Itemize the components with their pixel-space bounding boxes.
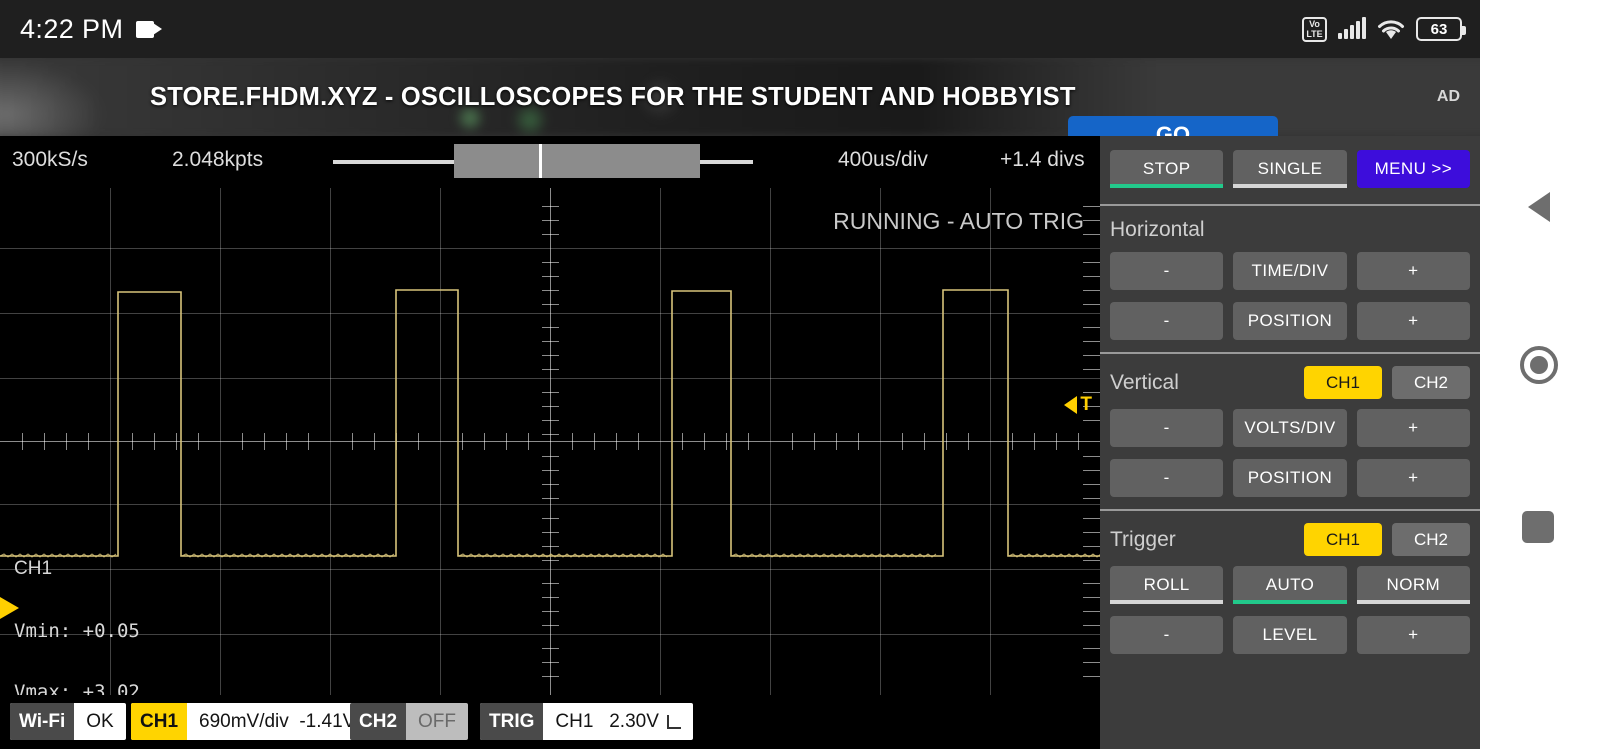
home-icon[interactable]	[1520, 346, 1558, 384]
horizontal-section: Horizontal - TIME/DIV + - POSITION +	[1100, 204, 1480, 352]
sample-rate-label: 300kS/s	[12, 148, 88, 171]
trigger-level-plus-button[interactable]: +	[1356, 616, 1470, 654]
norm-underline	[1356, 600, 1470, 604]
trigger-ch1-button[interactable]: CH1	[1304, 523, 1382, 556]
recents-icon[interactable]	[1522, 511, 1554, 543]
cellular-signal-icon	[1338, 17, 1366, 39]
ch2-chip-tag: CH2	[350, 703, 407, 740]
trigger-marker-label: T	[1080, 394, 1092, 415]
falling-edge-icon	[666, 714, 681, 729]
single-underline	[1233, 184, 1347, 188]
video-camera-icon	[136, 20, 163, 38]
vertical-section-header: Vertical CH1 CH2	[1100, 354, 1480, 409]
stop-button[interactable]: STOP	[1110, 150, 1224, 188]
volts-div-minus-button[interactable]: -	[1110, 409, 1224, 447]
trigger-level-marker[interactable]: T	[1064, 394, 1092, 416]
scope-status-strip: Wi-Fi OK CH1 690mV/div -1.41V CH2 OFF TR…	[0, 695, 1100, 749]
time-div-plus-button[interactable]: +	[1356, 252, 1470, 290]
horizontal-position-row: - POSITION +	[1100, 302, 1480, 352]
ch1-chip-value: 690mV/div -1.41V	[199, 710, 356, 732]
vertical-position-plus-button[interactable]: +	[1356, 459, 1470, 497]
ad-disclosure-label: AD	[1436, 88, 1460, 105]
single-button[interactable]: SINGLE	[1233, 150, 1347, 188]
status-bar-clock: 4:22 PM	[20, 13, 124, 44]
wifi-status-chip[interactable]: Wi-Fi OK	[10, 703, 126, 740]
oscilloscope-app-screen: 4:22 PM Vo LTE 63 STORE.FHDM.XYZ - OSCIL…	[0, 0, 1600, 749]
horizontal-position-minus-button[interactable]: -	[1110, 302, 1224, 340]
ad-go-button[interactable]: GO	[1068, 116, 1278, 136]
wifi-chip-value: OK	[86, 710, 114, 732]
run-state-label: RUNNING - AUTO TRIG	[833, 208, 1084, 234]
scope-info-row: 300kS/s 2.048kpts 400us/div +1.4 divs	[0, 136, 1100, 188]
battery-icon: 63	[1416, 17, 1466, 41]
trigger-section: Trigger CH1 CH2 ROLL AUTO NORM - LEVEL +	[1100, 509, 1480, 666]
trigger-arrow-icon	[1064, 396, 1078, 414]
time-per-div-row: - TIME/DIV +	[1100, 252, 1480, 302]
horizontal-section-header: Horizontal	[1100, 206, 1480, 252]
scope-display-area: 300kS/s 2.048kpts 400us/div +1.4 divs RU…	[0, 136, 1100, 749]
auto-active-underline	[1233, 600, 1347, 604]
run-control-row: STOP SINGLE MENU >>	[1100, 136, 1480, 204]
time-div-label-button[interactable]: TIME/DIV	[1233, 252, 1347, 290]
vertical-position-row: - POSITION +	[1100, 459, 1480, 509]
trigger-title: Trigger	[1110, 527, 1176, 551]
wifi-chip-tag: Wi-Fi	[10, 703, 75, 740]
volte-icon: Vo LTE	[1302, 16, 1327, 42]
vertical-ch2-button[interactable]: CH2	[1392, 366, 1470, 399]
trig-chip-value: CH1 2.30V	[543, 703, 693, 740]
memory-depth-label: 2.048kpts	[172, 148, 264, 171]
trigger-section-header: Trigger CH1 CH2	[1100, 511, 1480, 566]
trigger-level-minus-button[interactable]: -	[1110, 616, 1224, 654]
trigger-status-chip[interactable]: TRIG CH1 2.30V	[480, 703, 693, 740]
horizontal-position-label-button[interactable]: POSITION	[1233, 302, 1347, 340]
measurement-row: Vmin: +0.05	[14, 619, 140, 642]
ad-headline: STORE.FHDM.XYZ - OSCILLOSCOPES FOR THE S…	[150, 82, 1076, 111]
ad-banner[interactable]: STORE.FHDM.XYZ - OSCILLOSCOPES FOR THE S…	[0, 58, 1480, 136]
trigger-level-row: - LEVEL +	[1100, 616, 1480, 666]
trigger-level-label-button[interactable]: LEVEL	[1233, 616, 1347, 654]
vertical-position-minus-button[interactable]: -	[1110, 459, 1224, 497]
horizontal-scroll-center-marker	[539, 144, 542, 178]
horizontal-position-plus-button[interactable]: +	[1356, 302, 1470, 340]
volts-per-div-row: - VOLTS/DIV +	[1100, 409, 1480, 459]
ch1-status-chip[interactable]: CH1 690mV/div -1.41V	[131, 703, 368, 740]
roll-underline	[1110, 600, 1224, 604]
measurement-row: Vmax: +3.02	[14, 681, 140, 695]
waveform-grid[interactable]: RUNNING - AUTO TRIG T CH1 Vmin: +0.05 Vm…	[0, 188, 1100, 695]
trigger-mode-row: ROLL AUTO NORM	[1100, 566, 1480, 616]
vertical-title: Vertical	[1110, 370, 1179, 394]
volts-div-plus-button[interactable]: +	[1356, 409, 1470, 447]
position-divs-label: +1.4 divs	[1000, 148, 1085, 171]
vertical-position-label-button[interactable]: POSITION	[1233, 459, 1347, 497]
android-status-bar: 4:22 PM Vo LTE 63	[0, 0, 1480, 58]
time-per-div-label: 400us/div	[838, 148, 928, 171]
ch2-status-chip[interactable]: CH2 OFF	[350, 703, 469, 740]
vertical-ch1-button[interactable]: CH1	[1304, 366, 1382, 399]
android-navigation-bar	[1480, 0, 1600, 749]
control-panel: STOP SINGLE MENU >> Horizontal - TIME/DI…	[1100, 136, 1480, 749]
trigger-norm-button[interactable]: NORM	[1356, 566, 1470, 604]
menu-button[interactable]: MENU >>	[1356, 150, 1470, 188]
ch1-chip-tag: CH1	[131, 703, 188, 740]
stop-active-underline	[1110, 184, 1224, 188]
run-control-section: STOP SINGLE MENU >>	[1100, 136, 1480, 204]
volts-div-label-button[interactable]: VOLTS/DIV	[1233, 409, 1347, 447]
horizontal-title: Horizontal	[1110, 218, 1205, 241]
wifi-icon	[1377, 19, 1405, 40]
horizontal-scroll-thumb[interactable]	[454, 144, 700, 178]
ch2-chip-value: OFF	[418, 710, 457, 732]
measurements-channel-label: CH1	[14, 558, 53, 579]
trigger-roll-button[interactable]: ROLL	[1110, 566, 1224, 604]
vertical-section: Vertical CH1 CH2 - VOLTS/DIV + - POSITIO…	[1100, 352, 1480, 509]
measurements-panel: CH1 Vmin: +0.05 Vmax: +3.02 Vpp: +2.96 F…	[14, 518, 163, 695]
ch1-waveform-trace	[0, 289, 1100, 558]
trig-chip-tag: TRIG	[480, 703, 544, 740]
time-div-minus-button[interactable]: -	[1110, 252, 1224, 290]
trigger-auto-button[interactable]: AUTO	[1233, 566, 1347, 604]
back-icon[interactable]	[1528, 192, 1550, 222]
trigger-ch2-button[interactable]: CH2	[1392, 523, 1470, 556]
status-bar-icons: Vo LTE 63	[1302, 16, 1466, 42]
